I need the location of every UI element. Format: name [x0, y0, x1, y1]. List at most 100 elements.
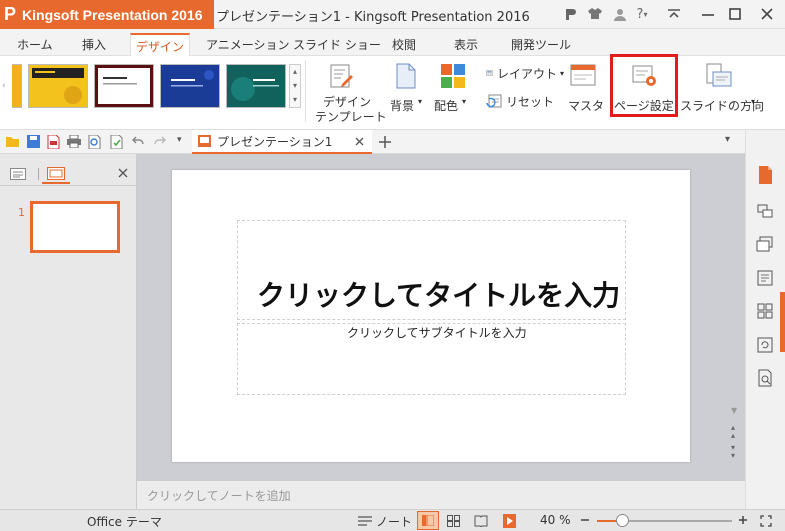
skin-icon[interactable]: [561, 4, 581, 24]
app-menu-button[interactable]: P Kingsoft Presentation 2016 ▼: [0, 0, 223, 29]
notes-toggle-icon[interactable]: [358, 515, 372, 527]
theme-name: Office テーマ: [87, 515, 162, 529]
color-scheme-caret-icon: ▾: [462, 97, 467, 106]
tab-developer[interactable]: 開発ツール: [511, 36, 571, 53]
color-scheme-icon: [441, 64, 465, 88]
tab-insert[interactable]: 挿入: [82, 36, 106, 53]
view-separator: [38, 168, 39, 180]
tab-view[interactable]: 表示: [454, 36, 478, 53]
slide-canvas[interactable]: クリックしてタイトルを入力 クリックしてサブタイトルを入力: [172, 170, 690, 462]
fit-to-window-icon[interactable]: [760, 515, 772, 527]
tab-slideshow[interactable]: スライド ショー: [293, 36, 381, 53]
scroll-down-icon[interactable]: ▼: [731, 406, 737, 415]
master-button[interactable]: マスタ: [564, 60, 604, 116]
minimize-icon[interactable]: [698, 4, 718, 24]
notes-pane[interactable]: クリックしてノートを追加: [137, 480, 745, 509]
open-folder-icon[interactable]: [6, 135, 20, 148]
tab-home[interactable]: ホーム: [17, 36, 53, 53]
collapse-ribbon-icon[interactable]: [664, 4, 684, 24]
document-tab[interactable]: プレゼンテーション1: [192, 130, 372, 154]
ribbon-separator: [305, 60, 306, 122]
shirt-icon[interactable]: [585, 4, 605, 24]
tab-animation[interactable]: アニメーション: [206, 36, 290, 53]
save-icon[interactable]: [27, 135, 40, 148]
master-icon: [570, 64, 596, 86]
new-document-icon[interactable]: [754, 164, 776, 186]
title-bar: P Kingsoft Presentation 2016 ▼ プレゼンテーション…: [0, 0, 785, 29]
maximize-icon[interactable]: [725, 4, 745, 24]
redo-icon[interactable]: [154, 136, 166, 146]
zoom-out-icon[interactable]: [580, 515, 590, 525]
slide-direction-caret-icon: ▾: [751, 97, 756, 106]
tab-design[interactable]: デザイン: [130, 33, 190, 57]
background-button[interactable]: 背景 ▾: [386, 60, 428, 116]
slides-pane: 1: [0, 154, 137, 509]
reset-label: リセット: [506, 94, 555, 109]
slide-number: 1: [18, 206, 25, 219]
customize-qat-icon[interactable]: ▾: [177, 135, 182, 145]
pane-divider: [0, 185, 136, 186]
spell-check-icon[interactable]: [110, 135, 123, 149]
print-icon[interactable]: [67, 135, 81, 148]
subtitle-placeholder-text: クリックしてサブタイトルを入力: [347, 326, 527, 340]
status-bar: Office テーマ ノート 40 %: [0, 509, 785, 531]
print-preview-icon[interactable]: [88, 135, 101, 149]
export-pdf-icon[interactable]: [47, 135, 60, 149]
quick-access-toolbar: ▾ ▾: [0, 130, 745, 154]
zoom-slider-thumb[interactable]: [616, 514, 629, 527]
template-thumbnail-dark-red[interactable]: [94, 64, 154, 108]
help-caret-icon: ▾: [643, 9, 648, 19]
prev-slide-icon[interactable]: ▴ ▴: [731, 424, 735, 440]
slide-direction-icon: [706, 63, 732, 87]
slideshow-play-icon[interactable]: [503, 514, 516, 528]
undo-icon[interactable]: [132, 136, 144, 146]
slide-thumbnail[interactable]: [30, 201, 120, 253]
close-tab-icon[interactable]: [355, 137, 364, 146]
tab-review[interactable]: 校閲: [392, 36, 416, 53]
gallery-scroll[interactable]: ▴ ▾ ▾: [289, 64, 301, 108]
master-label: マスタ: [568, 99, 605, 113]
backup-icon[interactable]: [754, 334, 776, 356]
layout-button[interactable]: レイアウト ▾: [486, 64, 564, 82]
task-pane-toggle[interactable]: [780, 292, 785, 352]
outline-view-icon[interactable]: [10, 168, 26, 180]
design-template-button[interactable]: デザイン テンプレート: [313, 60, 387, 124]
layout-icon: [486, 70, 493, 76]
design-template-icon: [330, 64, 353, 88]
vertical-scrollbar[interactable]: ▼ ▴ ▴ ▾ ▾: [726, 154, 745, 480]
close-pane-icon[interactable]: [118, 168, 128, 178]
template-thumbnail-teal[interactable]: [226, 64, 286, 108]
notes-toggle-label[interactable]: ノート: [376, 513, 412, 530]
template-thumbnail-yellow[interactable]: [28, 64, 88, 108]
layout-label: レイアウト: [496, 66, 557, 81]
layout-pane-icon[interactable]: [754, 300, 776, 322]
user-icon[interactable]: [610, 4, 630, 24]
template-thumbnail-partial[interactable]: [12, 64, 22, 108]
close-icon[interactable]: [757, 4, 777, 24]
slide-direction-button[interactable]: スライドの方向 ▾: [680, 60, 764, 116]
next-slide-icon[interactable]: ▾ ▾: [731, 444, 735, 460]
ribbon-tabs: ホーム 挿入 デザイン アニメーション スライド ショー 校閲 表示 開発ツール: [0, 29, 785, 57]
gallery-left-arrow-icon[interactable]: ‹: [2, 81, 6, 91]
zoom-in-icon[interactable]: [738, 515, 748, 525]
animation-pane-icon[interactable]: [754, 200, 776, 222]
reading-view-icon[interactable]: [474, 515, 488, 527]
page-setup-highlight: [610, 54, 678, 117]
tab-menu-icon[interactable]: ▾: [725, 134, 730, 145]
help-button[interactable]: ? ▾: [630, 4, 654, 24]
background-caret-icon: ▾: [418, 97, 423, 106]
design-template-label-2: テンプレート: [315, 110, 387, 124]
reset-button[interactable]: リセット: [486, 92, 556, 110]
template-thumbnail-blue[interactable]: [160, 64, 220, 108]
slides-view-icon[interactable]: [47, 167, 65, 180]
slide-sorter-icon[interactable]: [447, 515, 460, 527]
new-tab-icon[interactable]: [378, 135, 392, 149]
normal-view-button[interactable]: [417, 511, 439, 530]
background-label: 背景: [390, 99, 415, 113]
custom-animation-icon[interactable]: [754, 267, 776, 289]
slide-transition-icon[interactable]: [754, 233, 776, 255]
document-search-icon[interactable]: [754, 367, 776, 389]
color-scheme-button[interactable]: 配色 ▾: [432, 60, 474, 116]
document-tab-label: プレゼンテーション1: [217, 134, 333, 149]
help-icon: ?: [636, 6, 644, 22]
